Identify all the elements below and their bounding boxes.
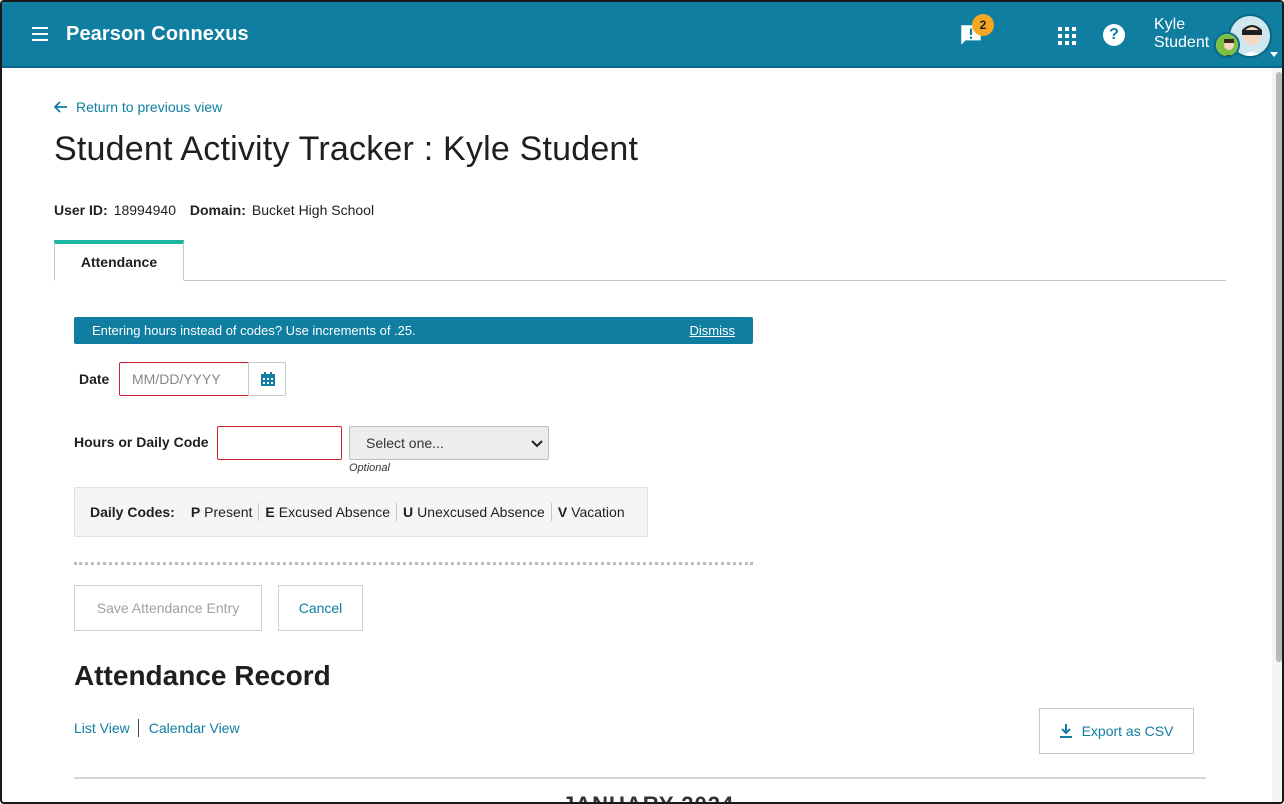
student-meta: User ID: 18994940 Domain: Bucket High Scho… xyxy=(54,202,374,218)
code-key: E xyxy=(265,504,275,520)
view-switcher: List View Calendar View xyxy=(74,719,240,737)
info-banner: Entering hours instead of codes? Use inc… xyxy=(74,317,753,344)
attendance-record-title: Attendance Record xyxy=(74,660,331,691)
return-link-label: Return to previous view xyxy=(76,99,223,115)
hamburger-menu-icon[interactable] xyxy=(32,27,48,41)
code-key: P xyxy=(190,504,201,520)
code-label: Unexcused Absence xyxy=(417,504,545,520)
user-first-name: Kyle xyxy=(1154,16,1186,33)
code-label: Present xyxy=(204,504,253,520)
domain-label: Domain: xyxy=(189,202,246,218)
export-csv-button[interactable]: Export as CSV xyxy=(1039,708,1194,754)
next-month-icon[interactable]: › xyxy=(1118,798,1123,802)
help-icon[interactable]: ? xyxy=(1103,24,1125,46)
daily-codes-legend: Daily Codes: P Present E Excused Absence U… xyxy=(74,487,648,537)
save-attendance-entry-button[interactable]: Save Attendance Entry xyxy=(74,585,262,631)
code-label: Vacation xyxy=(571,504,625,520)
export-csv-label: Export as CSV xyxy=(1081,723,1174,739)
download-icon xyxy=(1059,724,1072,738)
code-item-excused: E Excused Absence xyxy=(259,504,396,520)
arrow-left-icon xyxy=(54,101,67,113)
app-window: Pearson Connexus 2 ? Kyle Student Return… xyxy=(0,0,1284,804)
calendar-top-divider xyxy=(74,777,1206,779)
calendar-picker-button[interactable] xyxy=(248,362,286,396)
code-item-present: P Present xyxy=(185,504,259,520)
domain-value: Bucket High School xyxy=(251,202,375,218)
scrollbar-thumb[interactable] xyxy=(1276,72,1282,662)
date-label: Date xyxy=(79,371,110,387)
user-avatar-menu[interactable] xyxy=(1214,12,1276,62)
daily-code-select[interactable]: Select one... xyxy=(349,426,549,460)
calendar-month-title: JANUARY 2024 xyxy=(562,792,734,802)
date-input[interactable] xyxy=(119,362,249,396)
user-id-label: User ID: xyxy=(54,202,108,218)
tabs-divider xyxy=(54,280,1226,281)
return-to-previous-view-link[interactable]: Return to previous view xyxy=(54,99,222,115)
daily-code-select-value: Select one... xyxy=(366,435,444,451)
hours-input[interactable] xyxy=(217,426,342,460)
secondary-avatar-icon xyxy=(1214,32,1240,58)
calendar-view-link[interactable]: Calendar View xyxy=(149,720,240,736)
code-key: V xyxy=(557,504,568,520)
list-view-link[interactable]: List View xyxy=(74,720,130,736)
apps-grid-icon[interactable] xyxy=(1058,27,1076,45)
code-label: Excused Absence xyxy=(278,504,391,520)
calendar-icon xyxy=(261,372,275,386)
banner-dismiss-link[interactable]: Dismiss xyxy=(690,323,736,338)
daily-codes-title: Daily Codes: xyxy=(90,504,175,520)
optional-hint: Optional xyxy=(349,462,390,474)
notifications-count-badge: 2 xyxy=(972,14,994,36)
top-navigation-bar: Pearson Connexus 2 ? Kyle Student xyxy=(2,2,1282,68)
cancel-button[interactable]: Cancel xyxy=(278,585,363,631)
code-key: U xyxy=(403,504,414,520)
chevron-down-icon xyxy=(531,440,543,448)
page-title: Student Activity Tracker : Kyle Student xyxy=(54,130,639,168)
hours-or-daily-code-label: Hours or Daily Code xyxy=(74,434,209,450)
brand-logo-text: Pearson Connexus xyxy=(66,23,249,45)
user-id-value: 18994940 xyxy=(113,202,176,218)
account-dropdown-caret-icon[interactable] xyxy=(1270,52,1278,57)
banner-message: Entering hours instead of codes? Use inc… xyxy=(92,323,416,338)
code-item-vacation: V Vacation xyxy=(552,504,631,520)
tab-attendance[interactable]: Attendance xyxy=(54,240,184,281)
form-divider xyxy=(74,562,753,565)
code-item-unexcused: U Unexcused Absence xyxy=(397,504,551,520)
previous-month-icon[interactable]: ‹ xyxy=(152,798,157,802)
